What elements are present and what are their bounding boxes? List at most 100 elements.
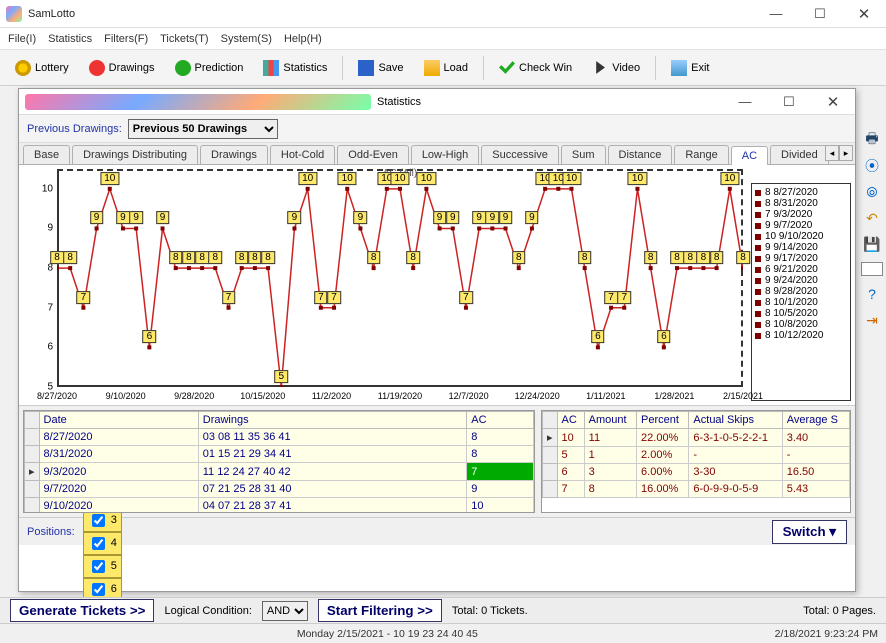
- position-checkbox-5[interactable]: 5: [83, 555, 122, 578]
- exit-button[interactable]: Exit: [662, 54, 718, 82]
- prediction-button[interactable]: Prediction: [166, 54, 253, 82]
- cell-drawings[interactable]: 07 21 25 28 31 40: [198, 481, 467, 498]
- cell-ac[interactable]: 9: [467, 481, 534, 498]
- check-win-button[interactable]: Check Win: [490, 54, 581, 82]
- child-minimize-button[interactable]: —: [723, 88, 767, 116]
- cell-drawings[interactable]: 01 15 21 29 34 41: [198, 446, 467, 463]
- menu-filei[interactable]: File(I): [8, 33, 36, 45]
- tab-hot-cold[interactable]: Hot-Cold: [270, 145, 335, 164]
- child-close-button[interactable]: ✕: [811, 88, 855, 116]
- cell-amount[interactable]: 3: [584, 464, 636, 481]
- cell-ac[interactable]: 10: [467, 498, 534, 514]
- menu-ticketst[interactable]: Tickets(T): [160, 33, 208, 45]
- print-icon[interactable]: 🖶: [864, 132, 880, 148]
- position-checkbox-4[interactable]: 4: [83, 532, 122, 555]
- cell-date[interactable]: 9/7/2020: [39, 481, 198, 498]
- cell-percent[interactable]: 16.00%: [637, 481, 689, 498]
- col-header[interactable]: Drawings: [198, 412, 467, 429]
- video-button[interactable]: Video: [583, 54, 649, 82]
- cell-amount[interactable]: 11: [584, 429, 636, 447]
- statistics-button[interactable]: Statistics: [254, 54, 336, 82]
- cell-ac[interactable]: 7: [467, 463, 534, 481]
- cell-amount[interactable]: 8: [584, 481, 636, 498]
- cell-percent[interactable]: 2.00%: [637, 447, 689, 464]
- tab-divided[interactable]: Divided: [770, 145, 829, 164]
- cell-amount[interactable]: 1: [584, 447, 636, 464]
- tab-base[interactable]: Base: [23, 145, 70, 164]
- maximize-button[interactable]: ☐: [798, 0, 842, 28]
- cell-date[interactable]: 8/31/2020: [39, 446, 198, 463]
- minimize-button[interactable]: —: [754, 0, 798, 28]
- cell-date[interactable]: 9/10/2020: [39, 498, 198, 514]
- drawings-button[interactable]: Drawings: [80, 54, 164, 82]
- cell-date[interactable]: 8/27/2020: [39, 429, 198, 446]
- help-icon[interactable]: ?: [864, 286, 880, 302]
- data-label: 8: [670, 251, 684, 264]
- tab-ac[interactable]: AC: [731, 146, 768, 165]
- cell-drawings[interactable]: 04 07 21 28 37 41: [198, 498, 467, 514]
- logical-condition-select[interactable]: AND: [262, 601, 308, 621]
- color-picker-icon[interactable]: [861, 262, 883, 276]
- data-label: 9: [472, 212, 486, 225]
- start-filtering-button[interactable]: Start Filtering >>: [318, 599, 442, 622]
- tab-distance[interactable]: Distance: [608, 145, 673, 164]
- switch-button[interactable]: Switch ▾: [772, 520, 847, 544]
- cell-ac[interactable]: 7: [557, 481, 584, 498]
- tab-odd-even[interactable]: Odd-Even: [337, 145, 409, 164]
- x-tick: 1/11/2021: [586, 391, 625, 401]
- cell-percent[interactable]: 22.00%: [637, 429, 689, 447]
- cell-avg[interactable]: 16.50: [782, 464, 849, 481]
- zoom-out-icon[interactable]: ⦾: [864, 184, 880, 200]
- load-button[interactable]: Load: [415, 54, 477, 82]
- cell-skips[interactable]: -: [689, 447, 782, 464]
- cell-ac[interactable]: 5: [557, 447, 584, 464]
- zoom-in-icon[interactable]: ⦿: [864, 158, 880, 174]
- tab-drawings-distributing[interactable]: Drawings Distributing: [72, 145, 198, 164]
- cell-avg[interactable]: -: [782, 447, 849, 464]
- cell-ac[interactable]: 8: [467, 429, 534, 446]
- cell-date[interactable]: 9/3/2020: [39, 463, 198, 481]
- cell-ac[interactable]: 8: [467, 446, 534, 463]
- save-button[interactable]: Save: [349, 54, 412, 82]
- tab-drawings[interactable]: Drawings: [200, 145, 268, 164]
- menu-filtersf[interactable]: Filters(F): [104, 33, 148, 45]
- tab-successive[interactable]: Successive: [481, 145, 559, 164]
- col-header[interactable]: AC: [557, 412, 584, 429]
- tab-sum[interactable]: Sum: [561, 145, 606, 164]
- cell-percent[interactable]: 6.00%: [637, 464, 689, 481]
- undo-icon[interactable]: ↶: [864, 210, 880, 226]
- save-icon[interactable]: 💾: [864, 236, 880, 252]
- menu-systems[interactable]: System(S): [221, 33, 272, 45]
- col-header[interactable]: Actual Skips: [689, 412, 782, 429]
- tab-scroll-left[interactable]: ◂: [825, 145, 839, 161]
- cell-skips[interactable]: 6-0-9-9-0-5-9: [689, 481, 782, 498]
- cell-drawings[interactable]: 11 12 24 27 40 42: [198, 463, 467, 481]
- cell-ac[interactable]: 6: [557, 464, 584, 481]
- cell-skips[interactable]: 6-3-1-0-5-2-2-1: [689, 429, 782, 447]
- col-header[interactable]: Amount: [584, 412, 636, 429]
- close-button[interactable]: ✕: [842, 0, 886, 28]
- menu-helph[interactable]: Help(H): [284, 33, 322, 45]
- tab-range[interactable]: Range: [674, 145, 728, 164]
- col-header[interactable]: Average S: [782, 412, 849, 429]
- ac-summary-grid[interactable]: ACAmountPercentActual SkipsAverage S▸101…: [541, 410, 851, 513]
- export-icon[interactable]: ⇥: [864, 312, 880, 328]
- cell-ac[interactable]: 10: [557, 429, 584, 447]
- tab-low-high[interactable]: Low-High: [411, 145, 479, 164]
- cell-avg[interactable]: 3.40: [782, 429, 849, 447]
- tab-scroll-right[interactable]: ▸: [839, 145, 853, 161]
- ac-chart: AC (All) 56789108/27/20209/10/20209/28/2…: [57, 169, 743, 387]
- col-header[interactable]: AC: [467, 412, 534, 429]
- previous-drawings-select[interactable]: Previous 50 Drawings: [128, 119, 278, 139]
- data-label: 9: [156, 212, 170, 225]
- col-header[interactable]: Percent: [637, 412, 689, 429]
- child-maximize-button[interactable]: ☐: [767, 88, 811, 116]
- lottery-button[interactable]: Lottery: [6, 54, 78, 82]
- drawings-grid[interactable]: DateDrawingsAC 8/27/202003 08 11 35 36 41…: [23, 410, 535, 513]
- cell-skips[interactable]: 3-30: [689, 464, 782, 481]
- col-header[interactable]: Date: [39, 412, 198, 429]
- menu-statistics[interactable]: Statistics: [48, 33, 92, 45]
- cell-avg[interactable]: 5.43: [782, 481, 849, 498]
- cell-drawings[interactable]: 03 08 11 35 36 41: [198, 429, 467, 446]
- generate-tickets-button[interactable]: Generate Tickets >>: [10, 599, 154, 622]
